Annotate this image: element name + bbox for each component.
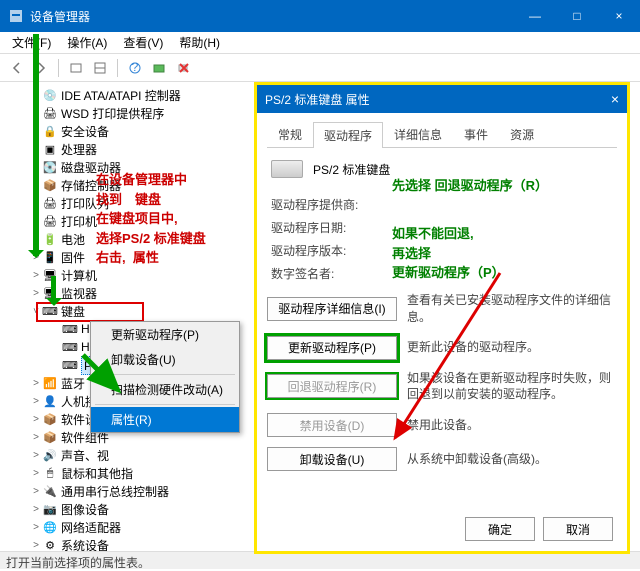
- tab-resources[interactable]: 资源: [499, 121, 545, 147]
- expand-icon[interactable]: >: [30, 270, 42, 281]
- device-icon: 👤: [42, 394, 58, 408]
- tree-item-label: 处理器: [61, 141, 97, 158]
- device-icon: 🔊: [42, 448, 58, 462]
- device-name: PS/2 标准键盘: [313, 161, 390, 178]
- svg-text:?: ?: [132, 61, 139, 74]
- label-version: 驱动程序版本:: [271, 242, 381, 259]
- disable-device-button[interactable]: 禁用设备(D): [267, 413, 397, 437]
- menu-help[interactable]: 帮助(H): [171, 32, 228, 53]
- ok-button[interactable]: 确定: [465, 517, 535, 541]
- close-button[interactable]: ×: [598, 0, 640, 32]
- label-provider: 驱动程序提供商:: [271, 196, 381, 213]
- expand-icon[interactable]: >: [30, 432, 42, 443]
- device-icon: 📦: [42, 430, 58, 444]
- tree-item-label: 网络适配器: [61, 519, 121, 536]
- tree-item-label: 图像设备: [61, 501, 109, 518]
- uninstall-device-desc: 从系统中卸载设备(高级)。: [407, 451, 617, 468]
- tab-events[interactable]: 事件: [453, 121, 499, 147]
- window-title: 设备管理器: [30, 8, 514, 25]
- expand-icon[interactable]: >: [30, 504, 42, 515]
- device-icon: ⌨: [62, 358, 78, 372]
- device-icon: 📦: [42, 412, 58, 426]
- device-icon: 📶: [42, 376, 58, 390]
- device-icon: 🔌: [42, 484, 58, 498]
- menu-file[interactable]: 文件(F): [4, 32, 59, 53]
- expand-icon[interactable]: >: [30, 414, 42, 425]
- expand-icon[interactable]: >: [30, 486, 42, 497]
- expand-icon[interactable]: >: [30, 522, 42, 533]
- minimize-button[interactable]: —: [514, 0, 556, 32]
- toolbar: ?: [0, 54, 640, 82]
- ctx-update-driver[interactable]: 更新驱动程序(P): [91, 322, 239, 347]
- expand-icon[interactable]: >: [30, 396, 42, 407]
- tree-item-label: IDE ATA/ATAPI 控制器: [61, 87, 181, 104]
- device-icon: 🌐: [42, 520, 58, 534]
- device-icon: ⌨: [62, 322, 78, 336]
- tab-general[interactable]: 常规: [267, 121, 313, 147]
- device-icon: 📷: [42, 502, 58, 516]
- app-icon: [8, 8, 24, 24]
- tabs: 常规 驱动程序 详细信息 事件 资源: [267, 121, 617, 148]
- tree-item-label: 声音、视: [61, 447, 109, 464]
- tree-item-label: 系统设备: [61, 537, 109, 552]
- expand-icon[interactable]: >: [30, 540, 42, 551]
- back-button[interactable]: [6, 57, 28, 79]
- device-icon: 🔋: [42, 232, 58, 246]
- maximize-button[interactable]: □: [556, 0, 598, 32]
- device-icon: 🖱: [42, 466, 58, 480]
- tree-item-label: 打印机: [61, 213, 97, 230]
- tree-item-label: WSD 打印提供程序: [61, 105, 164, 122]
- tree-item-label: 通用串行总线控制器: [61, 483, 169, 500]
- arrow-annotation: [33, 34, 39, 256]
- dialog-close-button[interactable]: ×: [591, 91, 619, 107]
- annotation-green-1: 先选择 回退驱动程序（R）: [392, 176, 548, 196]
- device-icon: 💿: [42, 88, 58, 102]
- device-icon: 🖨: [42, 106, 58, 120]
- menu-view[interactable]: 查看(V): [115, 32, 171, 53]
- label-date: 驱动程序日期:: [271, 219, 381, 236]
- update-driver-button[interactable]: 更新驱动程序(P): [267, 336, 397, 360]
- cancel-button[interactable]: 取消: [543, 517, 613, 541]
- remove-button[interactable]: [172, 57, 194, 79]
- arrow-annotation: [78, 350, 138, 400]
- device-icon: 📦: [42, 178, 58, 192]
- device-icon: 💽: [42, 160, 58, 174]
- tree-item-label: 安全设备: [61, 123, 109, 140]
- keyboard-icon: [271, 160, 303, 178]
- device-icon: 📱: [42, 250, 58, 264]
- expand-icon[interactable]: >: [30, 468, 42, 479]
- view-button[interactable]: [89, 57, 111, 79]
- rollback-driver-button[interactable]: 回退驱动程序(R): [267, 374, 397, 398]
- help-button[interactable]: ?: [124, 57, 146, 79]
- tab-details[interactable]: 详细信息: [383, 121, 453, 147]
- show-hidden-button[interactable]: [65, 57, 87, 79]
- dialog-title: PS/2 标准键盘 属性: [265, 91, 591, 108]
- arrow-annotation-red: [380, 268, 510, 448]
- device-icon: 🔒: [42, 124, 58, 138]
- annotation-red: 在设备管理器中 找到 键盘 在键盘项目中, 选择PS/2 标准键盘 右击, 属性: [96, 170, 206, 268]
- tree-item-label: 电池: [61, 231, 85, 248]
- tree-item-label: 鼠标和其他指: [61, 465, 133, 482]
- menubar: 文件(F) 操作(A) 查看(V) 帮助(H): [0, 32, 640, 54]
- ctx-properties[interactable]: 属性(R): [91, 407, 239, 432]
- uninstall-device-button[interactable]: 卸载设备(U): [267, 447, 397, 471]
- tab-driver[interactable]: 驱动程序: [313, 122, 383, 148]
- device-icon: ⌨: [62, 340, 78, 354]
- device-icon: ▣: [42, 142, 58, 156]
- scan-button[interactable]: [148, 57, 170, 79]
- driver-details-button[interactable]: 驱动程序详细信息(I): [267, 297, 397, 321]
- titlebar: 设备管理器 — □ ×: [0, 0, 640, 32]
- tree-item-label: 计算机: [61, 267, 97, 284]
- arrow-annotation: [51, 276, 56, 304]
- tree-item-label: 固件: [61, 249, 85, 266]
- tree-item-label: 监视器: [61, 285, 97, 302]
- menu-action[interactable]: 操作(A): [59, 32, 115, 53]
- device-icon: ⚙: [42, 538, 58, 551]
- expand-icon[interactable]: >: [30, 288, 42, 299]
- expand-icon[interactable]: >: [30, 378, 42, 389]
- expand-icon[interactable]: >: [30, 450, 42, 461]
- label-signer: 数字签名者:: [271, 265, 381, 282]
- device-icon: 🖨: [42, 196, 58, 210]
- device-icon: 🖨: [42, 214, 58, 228]
